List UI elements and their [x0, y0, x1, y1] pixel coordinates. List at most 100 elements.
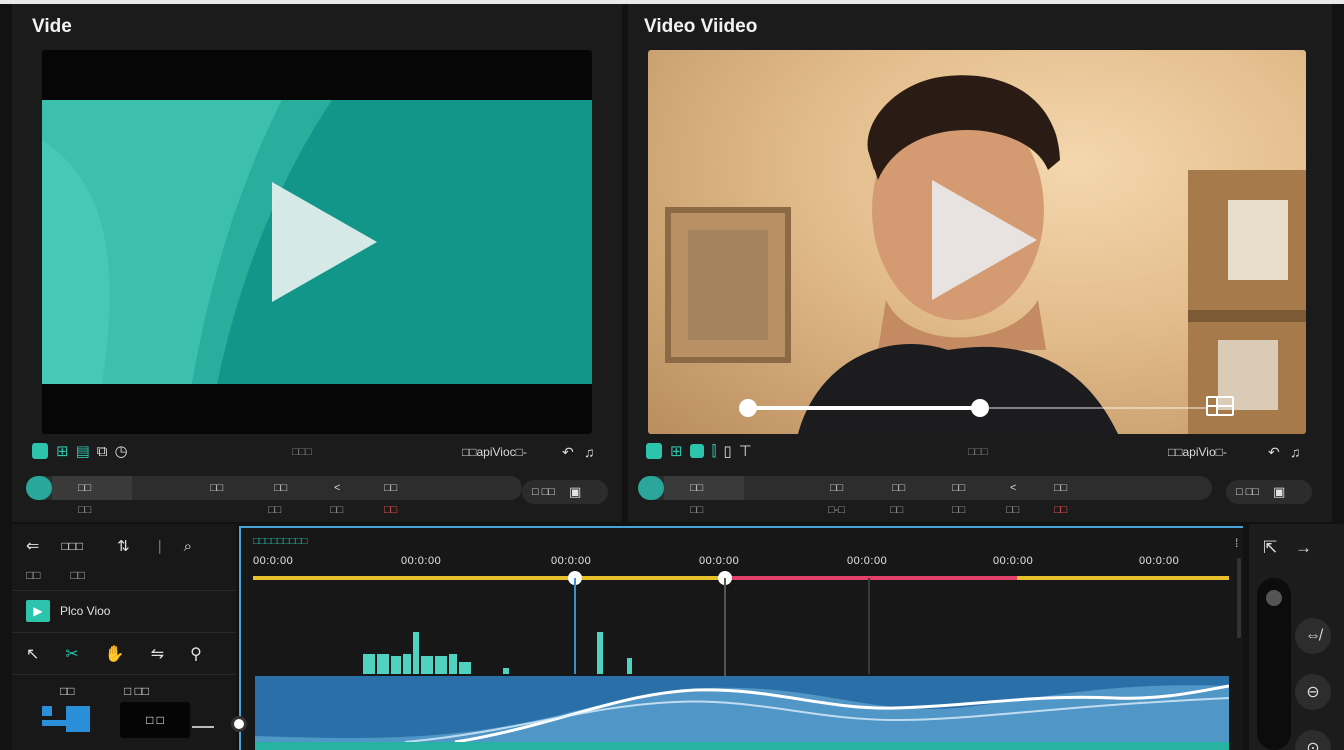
- divider: [12, 590, 236, 591]
- sub-label-4: □□: [952, 504, 966, 516]
- right-view-toolbar: ⊞ ⫿ ▯ ⊤: [646, 442, 759, 460]
- control-btn-1[interactable]: □□: [78, 482, 91, 494]
- arrow-right-icon[interactable]: →: [1295, 538, 1312, 558]
- control-knob[interactable]: [26, 476, 52, 500]
- zoom-slider[interactable]: [1257, 578, 1291, 750]
- video-clip-track[interactable]: [255, 676, 1229, 742]
- video-preview[interactable]: [42, 50, 592, 434]
- prev-button[interactable]: <: [334, 482, 340, 494]
- control-btn-2[interactable]: □□: [830, 482, 843, 494]
- fullscreen-button[interactable]: □ □□ ▣: [1226, 480, 1312, 504]
- slip-icon[interactable]: ⇋: [151, 644, 164, 664]
- right-control-bar[interactable]: [638, 476, 1212, 500]
- back-arrow-icon[interactable]: ⇐: [26, 536, 39, 556]
- control-btn-5[interactable]: □□: [384, 482, 397, 494]
- audio-icon[interactable]: ♫: [1290, 444, 1301, 460]
- scrub-start-knob[interactable]: [739, 399, 757, 417]
- toolbar-center-label: □□□: [292, 446, 312, 458]
- prev-button[interactable]: <: [1010, 482, 1016, 494]
- square-icon[interactable]: [689, 444, 704, 458]
- square-filled-icon[interactable]: [646, 443, 662, 459]
- pin-icon[interactable]: ⊤: [739, 442, 752, 460]
- split-icon[interactable]: ⫿: [712, 443, 717, 460]
- sidebar-row-1: ⇐ □□□ ⇅ | ⌕: [26, 536, 192, 556]
- fullscreen-button[interactable]: □ □□ ▣: [522, 480, 608, 504]
- timeline-selection[interactable]: [725, 576, 1017, 580]
- list-icon[interactable]: ▤: [76, 442, 90, 460]
- control-knob[interactable]: [638, 476, 664, 500]
- clip-thumbnail[interactable]: □ □: [120, 702, 190, 738]
- fullscreen-label: □ □□: [532, 486, 555, 498]
- razor-icon[interactable]: ✂: [65, 644, 78, 664]
- cursor-icon[interactable]: ↖: [26, 644, 39, 664]
- audio-bar: [435, 656, 447, 674]
- sub-label-3: □□: [890, 504, 904, 516]
- clip-item[interactable]: ▶ Plco Vioo: [26, 600, 110, 622]
- audio-icon[interactable]: ♫: [584, 444, 595, 460]
- time-label: 00:0:00: [551, 555, 592, 567]
- control-btn-2[interactable]: □□: [210, 482, 223, 494]
- sub-label-red: □□: [1054, 504, 1068, 516]
- sidebar-row-2: □□ □□: [26, 568, 85, 582]
- audio-bar: [391, 656, 401, 674]
- timeline-panel[interactable]: □□□□□□□□□ 00:0:00 00:0:00 00:0:00 00:0:0…: [231, 526, 1243, 750]
- audio-bar: [449, 654, 457, 674]
- control-btn-1[interactable]: □□: [690, 482, 703, 494]
- control-btn-4[interactable]: □□: [952, 482, 965, 494]
- tool-row: ↖ ✂ ✋ ⇋ ⚲: [26, 644, 202, 664]
- track-header-label-2: □ □□: [124, 684, 150, 698]
- square-filled-icon[interactable]: [32, 443, 48, 459]
- fullscreen-label: □ □□: [1236, 486, 1259, 498]
- track-marker: [42, 720, 66, 726]
- toolbar-right-label: □□apiVioc□-: [462, 445, 527, 459]
- timeline-scrollbar[interactable]: [1237, 558, 1241, 638]
- play-icon[interactable]: [932, 180, 1037, 300]
- fit-icon[interactable]: ⇎: [1295, 618, 1331, 654]
- control-btn-3[interactable]: □□: [274, 482, 287, 494]
- subtitles-icon[interactable]: [1206, 396, 1234, 416]
- track-marker: [42, 706, 52, 716]
- control-btn-3[interactable]: □□: [892, 482, 905, 494]
- video-preview[interactable]: [648, 50, 1306, 434]
- zoom-icon[interactable]: ⊖: [1295, 674, 1331, 710]
- page-icon[interactable]: ▯: [723, 442, 731, 460]
- track-handle[interactable]: [231, 716, 247, 732]
- audio-clip-track[interactable]: [255, 742, 1229, 750]
- waveform: [255, 684, 1229, 742]
- scrub-playhead-knob[interactable]: [971, 399, 989, 417]
- timeline-menu-icon[interactable]: ⁞: [1235, 536, 1238, 550]
- grid-icon[interactable]: ⊞: [56, 442, 69, 460]
- track-color-swatch[interactable]: [66, 706, 90, 732]
- search-icon[interactable]: ⌕: [184, 538, 192, 555]
- sidebar-label-a[interactable]: □□: [26, 568, 41, 582]
- scrub-progress: [748, 406, 980, 410]
- control-btn-6[interactable]: □□: [1054, 482, 1067, 494]
- sort-icon[interactable]: ⇅: [117, 537, 130, 555]
- thumbnail-label: □ □: [146, 713, 164, 727]
- grid-icon[interactable]: ⊞: [670, 442, 683, 460]
- time-label: 00:0:00: [1139, 555, 1180, 567]
- screen-icon: ▣: [569, 484, 582, 499]
- sub-label-2: □-□: [828, 504, 845, 516]
- settings-icon[interactable]: ⊙: [1295, 730, 1331, 750]
- undo-icon[interactable]: ↶: [562, 444, 574, 461]
- copy-icon[interactable]: ⧉: [97, 443, 108, 460]
- undo-icon[interactable]: ↶: [1268, 444, 1280, 461]
- magnet-icon[interactable]: ⚲: [190, 644, 202, 664]
- timeline-sidebar: ⇐ □□□ ⇅ | ⌕ □□ □□ ▶ Plco Vioo ↖ ✂ ✋ ⇋ ⚲ …: [12, 524, 236, 750]
- divider: [12, 674, 236, 675]
- hand-icon[interactable]: ✋: [105, 644, 125, 664]
- audio-bar: [459, 662, 471, 674]
- audio-bar: [627, 658, 632, 674]
- play-icon[interactable]: [272, 182, 377, 302]
- minus-icon[interactable]: [192, 726, 214, 728]
- sub-label-3: □□: [330, 504, 344, 516]
- toolbar-center-label: □□□: [968, 446, 988, 458]
- sidebar-label-b[interactable]: □□: [71, 568, 86, 582]
- marker-line: [868, 578, 870, 674]
- play-icon: ▶: [26, 600, 50, 622]
- zoom-knob[interactable]: [1266, 590, 1282, 606]
- export-icon[interactable]: ⇱: [1263, 538, 1277, 558]
- clock-icon[interactable]: ◷: [114, 442, 127, 460]
- right-preview-panel: Video Viideo ⊞ ⫿ ▯ ⊤ □□□ □□apiVio□- ↶ ♫ …: [628, 4, 1332, 522]
